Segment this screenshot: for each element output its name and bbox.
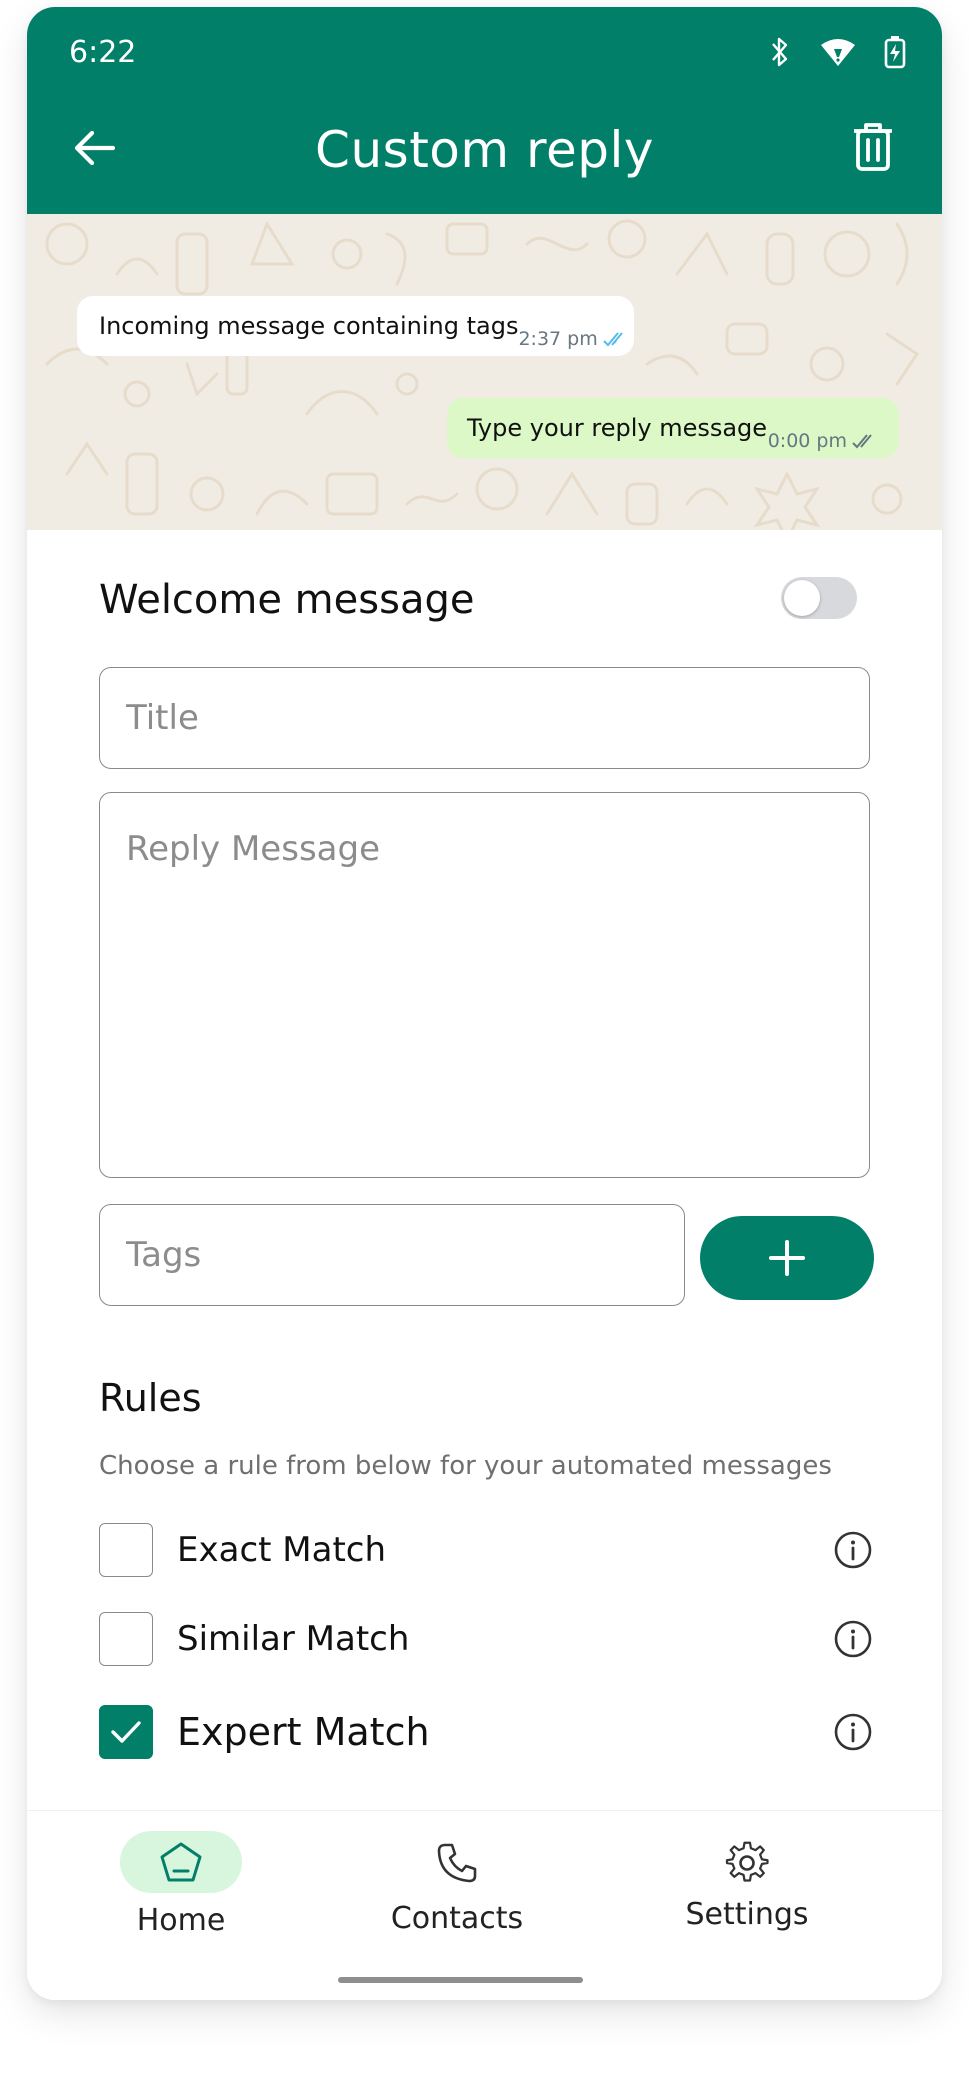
- incoming-message-time: 2:37 pm: [518, 328, 598, 350]
- nav-home[interactable]: Home: [101, 1831, 261, 1938]
- tags-input[interactable]: [100, 1205, 684, 1305]
- battery-charging-icon: [884, 35, 906, 69]
- info-icon[interactable]: [833, 1619, 873, 1659]
- nav-contacts[interactable]: Contacts: [377, 1835, 537, 1936]
- rules-title: Rules: [99, 1376, 202, 1420]
- welcome-message-label: Welcome message: [99, 577, 475, 623]
- page-title: Custom reply: [315, 121, 654, 179]
- status-icons: [768, 35, 906, 69]
- title-input[interactable]: [100, 668, 869, 768]
- rule-similar-match[interactable]: Similar Match: [99, 1609, 873, 1669]
- title-field-container: [99, 667, 870, 769]
- reply-message-field-container: [99, 792, 870, 1178]
- info-icon[interactable]: [833, 1530, 873, 1570]
- trash-icon: [854, 123, 892, 171]
- bluetooth-icon: [768, 35, 792, 69]
- similar-match-checkbox[interactable]: [99, 1612, 153, 1666]
- rule-expert-match[interactable]: Expert Match: [99, 1702, 873, 1762]
- app-bar: 6:22 Custom reply: [27, 7, 942, 214]
- reply-form: Welcome message Rules Choose a rule from…: [27, 530, 942, 1840]
- home-icon: [160, 1842, 202, 1882]
- reply-message-input[interactable]: [100, 793, 869, 1177]
- incoming-message-bubble: Incoming message containing tags 2:37 pm: [77, 296, 634, 356]
- welcome-message-toggle[interactable]: [781, 577, 857, 619]
- outgoing-message-meta: 0:00 pm: [768, 430, 879, 458]
- outgoing-message-bubble: Type your reply message 0:00 pm: [447, 398, 899, 458]
- gear-icon: [725, 1841, 769, 1882]
- wifi-icon: [820, 37, 856, 67]
- delete-button[interactable]: [846, 117, 900, 177]
- nav-contacts-label: Contacts: [390, 1901, 524, 1936]
- nav-settings[interactable]: Settings: [667, 1835, 827, 1932]
- rule-label: Similar Match: [177, 1619, 410, 1659]
- phone-icon: [437, 1843, 477, 1883]
- rule-exact-match[interactable]: Exact Match: [99, 1520, 873, 1580]
- info-icon[interactable]: [833, 1712, 873, 1752]
- nav-settings-label: Settings: [685, 1897, 809, 1932]
- checkmark-icon: [111, 1721, 141, 1743]
- double-check-blue-icon: [603, 332, 623, 347]
- outgoing-message-text: Type your reply message: [467, 414, 768, 442]
- plus-icon: [769, 1240, 805, 1276]
- phone-screen: 6:22 Custom reply Incoming message conta…: [27, 7, 942, 2000]
- nav-home-label: Home: [136, 1903, 226, 1938]
- incoming-message-text: Incoming message containing tags: [99, 312, 519, 340]
- expert-match-checkbox[interactable]: [99, 1705, 153, 1759]
- bottom-navigation: Home Contacts Settings: [27, 1810, 942, 2000]
- rules-subtitle: Choose a rule from below for your automa…: [99, 1451, 832, 1481]
- status-time: 6:22: [69, 35, 137, 70]
- nav-home-active-pill: [120, 1831, 242, 1893]
- toggle-knob: [784, 580, 820, 616]
- chat-wallpaper-doodles: [45, 219, 920, 530]
- exact-match-checkbox[interactable]: [99, 1523, 153, 1577]
- chat-preview: Incoming message containing tags 2:37 pm…: [27, 214, 942, 530]
- outgoing-message-time: 0:00 pm: [767, 430, 847, 452]
- double-check-gray-icon: [852, 434, 872, 449]
- rule-label: Expert Match: [177, 1710, 430, 1754]
- incoming-message-meta: 2:37 pm: [518, 328, 629, 356]
- tags-field-container: [99, 1204, 685, 1306]
- gesture-home-indicator[interactable]: [338, 1977, 583, 1983]
- add-tag-button[interactable]: [700, 1216, 874, 1300]
- rule-label: Exact Match: [177, 1530, 387, 1570]
